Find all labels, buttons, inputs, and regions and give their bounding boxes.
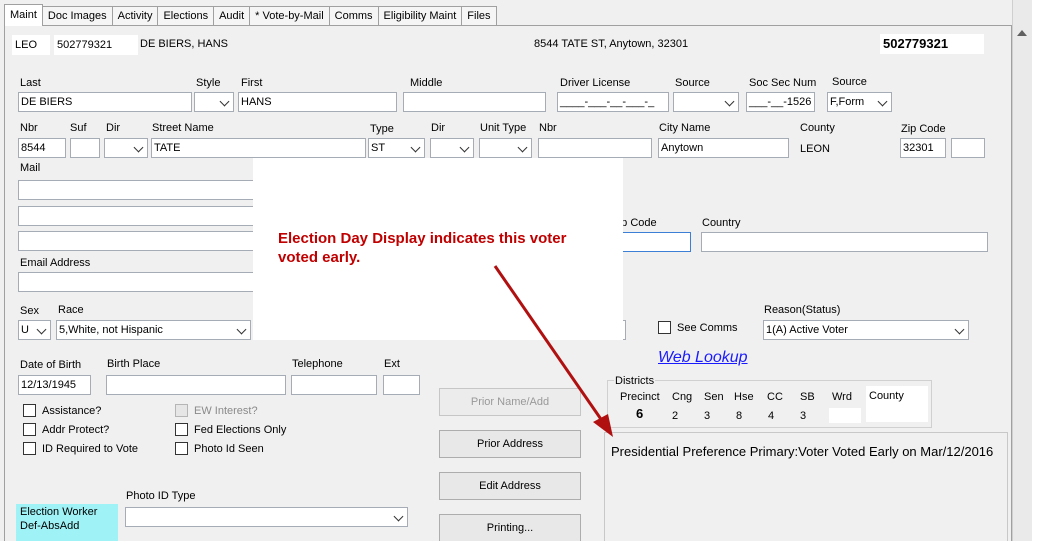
annotation-arrow [493,265,613,437]
tab-maint[interactable]: Maint [4,4,43,26]
torn-edge [0,541,1050,557]
annotation-arrow-shaft [493,265,607,426]
annotation-arrow-head [593,414,613,437]
